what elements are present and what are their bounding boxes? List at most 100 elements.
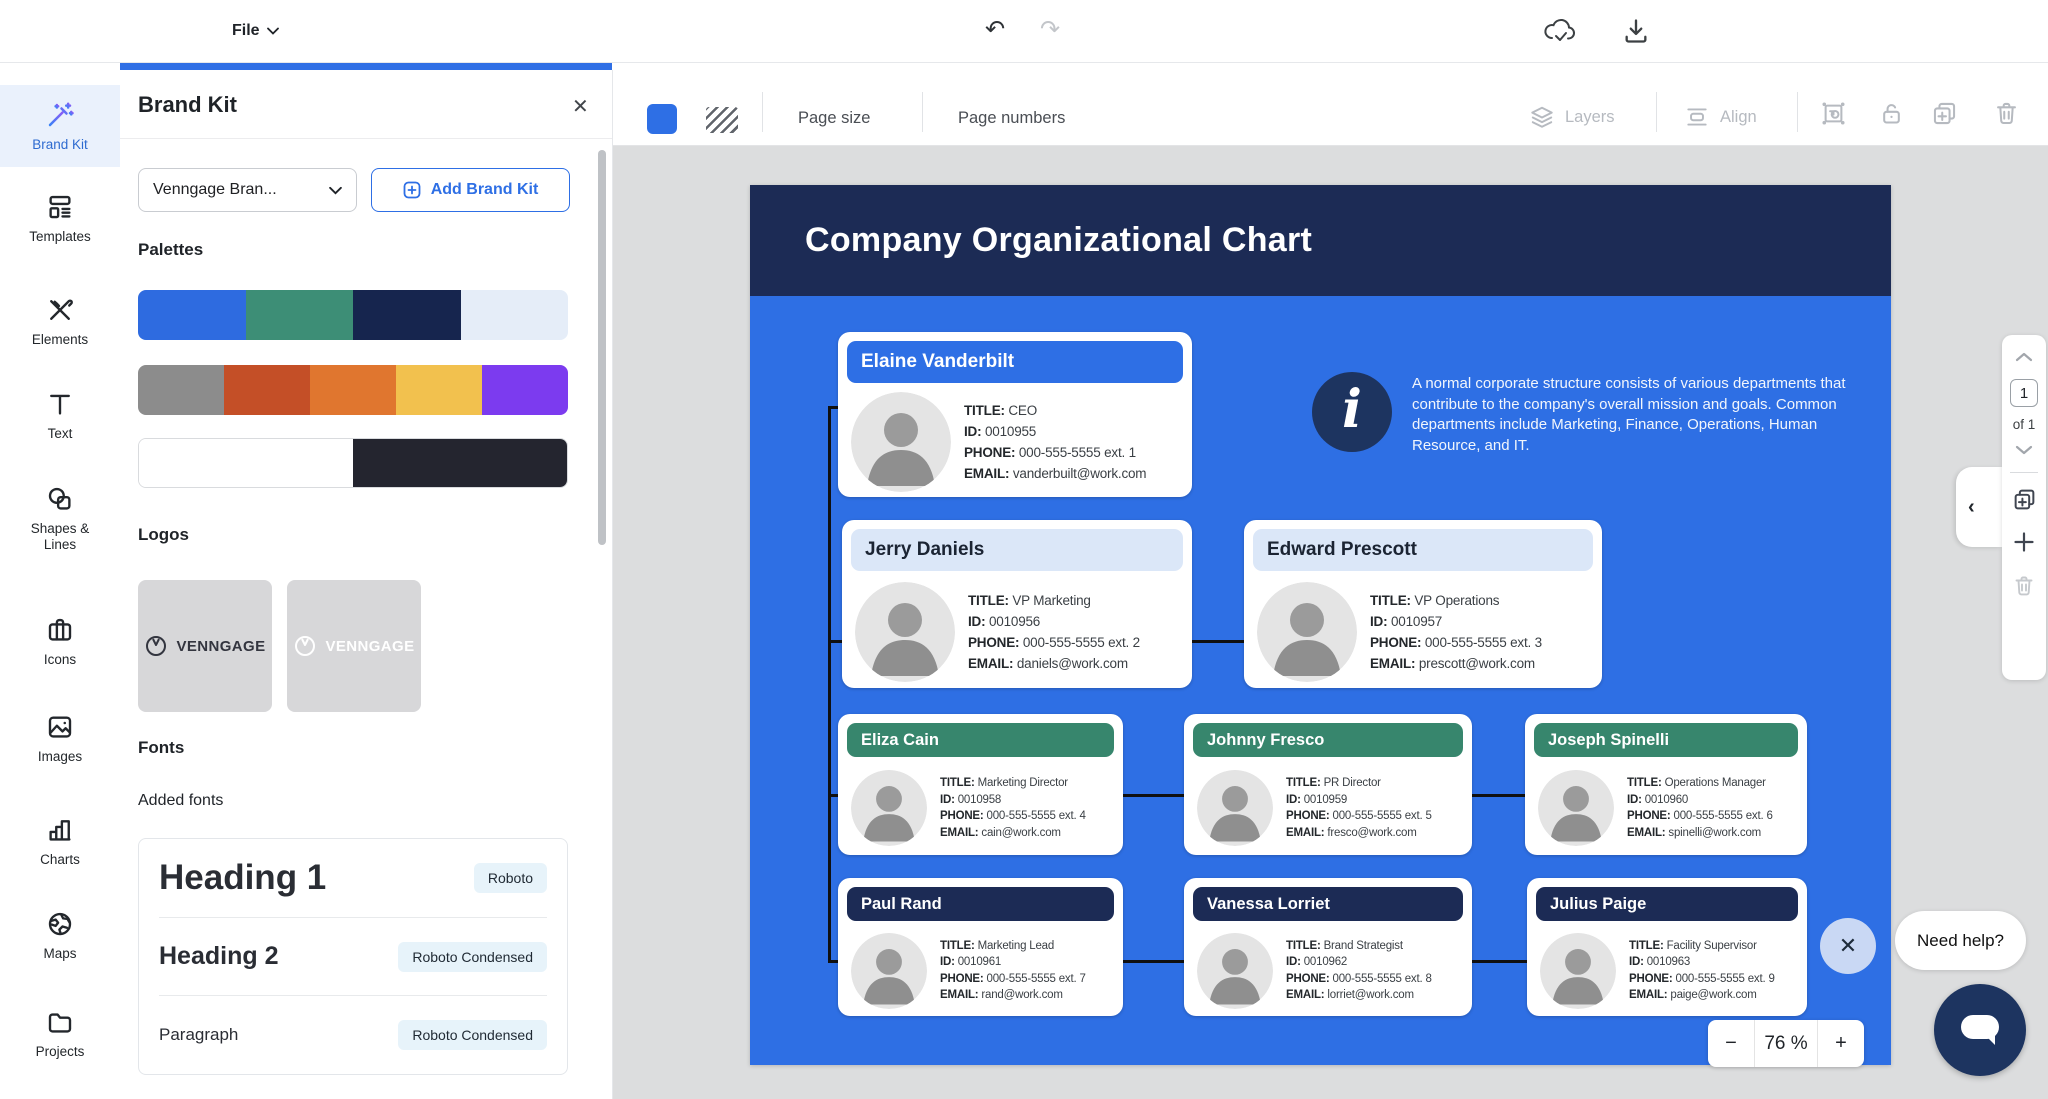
page-header-band[interactable]: Company Organizational Chart <box>750 185 1891 296</box>
sidebar-item-text[interactable]: Text <box>0 389 120 442</box>
dismiss-help-icon[interactable]: ✕ <box>1820 918 1876 974</box>
sidebar-item-images[interactable]: Images <box>0 712 120 765</box>
person-card[interactable]: Joseph SpinelliTITLE: Operations Manager… <box>1525 714 1807 855</box>
person-card[interactable]: Jerry DanielsTITLE: VP MarketingID: 0010… <box>842 520 1192 688</box>
sidebar-item-label: Maps <box>43 946 76 962</box>
font-style-row[interactable]: Paragraph Roboto Condensed <box>159 996 547 1074</box>
palette-color[interactable] <box>353 290 461 340</box>
sidebar-item-brand-kit[interactable]: Brand Kit <box>0 85 120 167</box>
brand-kit-select[interactable]: Venngage Bran... <box>138 168 357 212</box>
font-style-row[interactable]: Heading 1 Roboto <box>159 839 547 918</box>
person-card[interactable]: Julius PaigeTITLE: Facility SupervisorID… <box>1527 878 1807 1016</box>
sidebar-item-maps[interactable]: Maps <box>0 909 120 962</box>
org-connector <box>1192 640 1244 643</box>
palette-color[interactable] <box>246 290 354 340</box>
cloud-saved-icon <box>1543 17 1577 45</box>
brand-kit-select-value: Venngage Bran... <box>153 181 277 199</box>
font-style-row[interactable]: Heading 2 Roboto Condensed <box>159 918 547 997</box>
panel-scrollbar[interactable] <box>598 150 606 545</box>
person-id: ID: 0010956 <box>968 611 1140 632</box>
layers-button[interactable]: Layers <box>1529 104 1615 130</box>
palette-color[interactable] <box>353 439 567 487</box>
info-text[interactable]: A normal corporate structure consists of… <box>1412 374 1860 456</box>
palette-color[interactable] <box>310 365 396 415</box>
person-title: TITLE: Facility Supervisor <box>1629 938 1775 955</box>
person-card[interactable]: Edward PrescottTITLE: VP OperationsID: 0… <box>1244 520 1602 688</box>
app-window: Home Templates File ID Corporate Organiz… <box>0 0 2048 1099</box>
palette-color[interactable] <box>396 365 482 415</box>
redo-icon[interactable]: ↷ <box>1040 15 1060 44</box>
sidebar-item-label: Brand Kit <box>32 137 88 153</box>
replace-frame-icon[interactable] <box>1820 100 1847 127</box>
sidebar-item-label: Icons <box>44 652 76 668</box>
page-title[interactable]: Company Organizational Chart <box>805 221 1312 260</box>
toolbar-divider <box>922 92 923 132</box>
person-phone: PHONE: 000-555-5555 ext. 4 <box>940 808 1086 825</box>
duplicate-icon[interactable] <box>1931 100 1958 127</box>
info-icon[interactable]: i <box>1312 372 1392 452</box>
person-details: TITLE: Marketing DirectorID: 0010958PHON… <box>838 757 1123 857</box>
trash-icon[interactable] <box>1993 100 2020 127</box>
person-details: TITLE: Operations ManagerID: 0010960PHON… <box>1525 757 1807 857</box>
page-fill-swatch[interactable] <box>647 104 677 134</box>
palette-color[interactable] <box>482 365 568 415</box>
page-pattern-swatch[interactable] <box>706 107 738 133</box>
person-phone: PHONE: 000-555-5555 ext. 9 <box>1629 971 1775 988</box>
palette-color[interactable] <box>139 439 353 487</box>
palette-row[interactable] <box>138 290 568 340</box>
person-card[interactable]: Elaine VanderbiltTITLE: CEOID: 0010955PH… <box>838 332 1192 497</box>
palette-color[interactable] <box>224 365 310 415</box>
person-card[interactable]: Eliza CainTITLE: Marketing DirectorID: 0… <box>838 714 1123 855</box>
delete-page-icon[interactable] <box>2012 574 2036 598</box>
person-card[interactable]: Paul RandTITLE: Marketing LeadID: 001096… <box>838 878 1123 1016</box>
font-sample: Heading 2 <box>159 942 278 971</box>
add-page-icon[interactable] <box>2012 530 2036 554</box>
file-menu[interactable]: File <box>232 0 279 62</box>
palette-color[interactable] <box>138 365 224 415</box>
add-brand-kit-button[interactable]: Add Brand Kit <box>371 168 570 212</box>
chat-widget-button[interactable] <box>1934 984 2026 1076</box>
person-card[interactable]: Johnny FrescoTITLE: PR DirectorID: 00109… <box>1184 714 1472 855</box>
page-down-icon[interactable] <box>2014 444 2034 456</box>
chevron-left-icon: ‹ <box>1968 496 1975 519</box>
zoom-out-button[interactable]: − <box>1708 1020 1755 1067</box>
palette-row[interactable] <box>138 438 568 488</box>
lock-open-icon[interactable] <box>1878 100 1905 127</box>
sidebar-item-shapes-lines[interactable]: Shapes & Lines <box>0 484 120 553</box>
font-sample: Paragraph <box>159 1025 238 1045</box>
person-card[interactable]: Vanessa LorrietTITLE: Brand StrategistID… <box>1184 878 1472 1016</box>
palette-color[interactable] <box>138 290 246 340</box>
person-photo <box>851 392 951 492</box>
zoom-in-button[interactable]: + <box>1817 1020 1864 1067</box>
palette-row[interactable] <box>138 365 568 415</box>
sidebar-item-projects[interactable]: Projects <box>0 1007 120 1060</box>
page-size-button[interactable]: Page size <box>798 109 870 128</box>
download-icon[interactable] <box>1622 17 1650 45</box>
person-photo <box>1538 770 1614 846</box>
person-id: ID: 0010957 <box>1370 611 1542 632</box>
logo-light[interactable]: VENNGAGE <box>287 580 421 712</box>
zoom-level[interactable]: 76 % <box>1755 1020 1817 1067</box>
sidebar-item-elements[interactable]: Elements <box>0 295 120 348</box>
person-id: ID: 0010955 <box>964 421 1146 442</box>
collapse-panel-tab[interactable]: ‹ <box>1956 467 2002 547</box>
person-details: TITLE: Facility SupervisorID: 0010963PHO… <box>1527 921 1807 1018</box>
logo-dark[interactable]: VENNGAGE <box>138 580 272 712</box>
sidebar-item-charts[interactable]: Charts <box>0 815 120 868</box>
palettes-label: Palettes <box>138 240 203 260</box>
undo-icon[interactable]: ↶ <box>985 15 1005 44</box>
sidebar-item-templates[interactable]: Templates <box>0 192 120 245</box>
page-up-icon[interactable] <box>2014 351 2034 363</box>
current-page-box[interactable]: 1 <box>2010 379 2038 407</box>
font-styles-card[interactable]: Heading 1 Roboto Heading 2 Roboto Conden… <box>138 838 568 1075</box>
page-numbers-button[interactable]: Page numbers <box>958 109 1065 128</box>
close-icon[interactable]: ✕ <box>572 94 589 119</box>
sidebar-item-icons[interactable]: Icons <box>0 615 120 668</box>
align-button[interactable]: Align <box>1684 104 1757 130</box>
person-photo <box>851 770 927 846</box>
duplicate-page-icon[interactable] <box>2012 487 2037 512</box>
person-title: TITLE: Operations Manager <box>1627 775 1773 792</box>
chevron-down-icon <box>267 27 279 35</box>
palette-color[interactable] <box>461 290 569 340</box>
layers-icon <box>1529 104 1555 130</box>
